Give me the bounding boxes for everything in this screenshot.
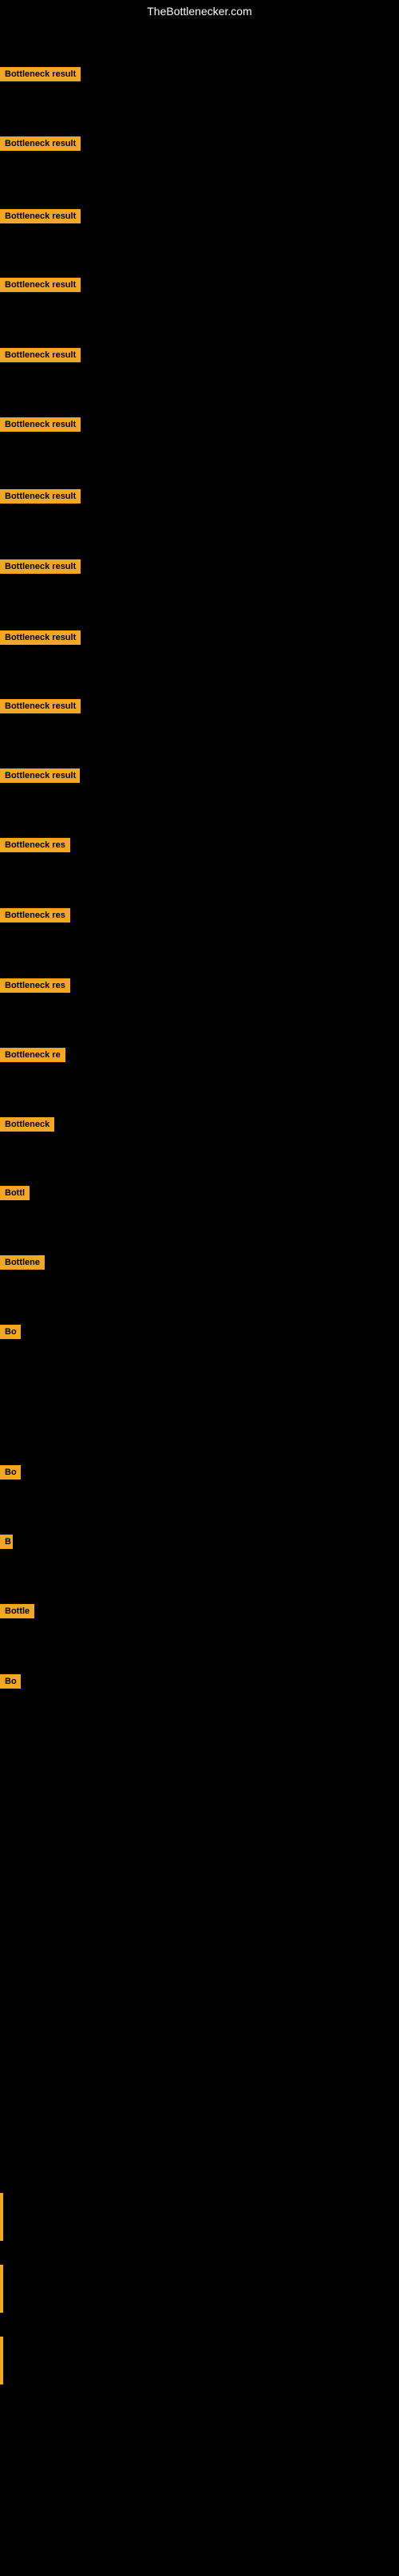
badge-15[interactable]: Bottleneck re [0,1048,65,1062]
bar-3 [0,2337,3,2384]
badge-2[interactable]: Bottleneck result [0,136,81,151]
badge-16[interactable]: Bottleneck [0,1117,54,1132]
bar-1 [0,2193,3,2241]
badge-17[interactable]: Bottl [0,1186,30,1200]
badge-8[interactable]: Bottleneck result [0,559,81,574]
badge-10[interactable]: Bottleneck result [0,699,81,713]
badge-12[interactable]: Bottleneck res [0,838,70,852]
badge-5[interactable]: Bottleneck result [0,348,81,362]
site-title: TheBottlenecker.com [0,0,399,22]
badge-21[interactable]: B [0,1535,13,1549]
bar-2 [0,2265,3,2313]
badge-20[interactable]: Bo [0,1465,21,1480]
badge-3[interactable]: Bottleneck result [0,209,81,223]
badge-7[interactable]: Bottleneck result [0,489,81,504]
badge-19[interactable]: Bo [0,1325,21,1339]
badge-4[interactable]: Bottleneck result [0,278,81,292]
badge-11[interactable]: Bottleneck result [0,768,80,783]
badge-18[interactable]: Bottlene [0,1255,45,1270]
badge-14[interactable]: Bottleneck res [0,978,70,993]
badge-22[interactable]: Bottle [0,1604,34,1618]
badge-1[interactable]: Bottleneck result [0,67,81,81]
badge-23[interactable]: Bo [0,1674,21,1689]
badge-6[interactable]: Bottleneck result [0,417,81,432]
badge-9[interactable]: Bottleneck result [0,630,81,645]
badge-13[interactable]: Bottleneck res [0,908,70,923]
